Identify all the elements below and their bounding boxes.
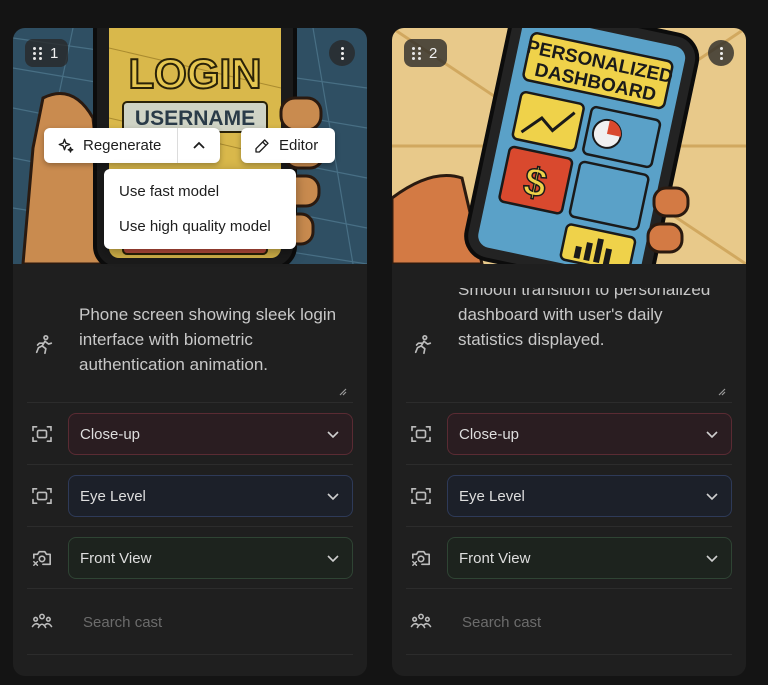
divider — [406, 654, 732, 655]
camera-rotate-icon — [406, 548, 446, 568]
editor-label: Editor — [279, 137, 319, 154]
image-text-username: USERNAME — [135, 107, 255, 130]
view-select[interactable]: Front View — [68, 537, 353, 579]
shot-number: 1 — [50, 44, 59, 62]
shot-image-2[interactable]: PERSONALIZED DASHBOARD $ 2 — [392, 28, 746, 264]
chevron-down-icon — [327, 555, 339, 563]
image-text-login: LOGIN — [129, 50, 262, 97]
divider — [406, 464, 732, 465]
prompt-text: Phone screen showing sleek login interfa… — [79, 305, 337, 374]
camera-angle-row: Eye Level — [27, 475, 353, 517]
view-value: Front View — [80, 549, 152, 567]
chevron-up-icon — [193, 141, 205, 149]
camera-angle-value: Eye Level — [459, 487, 525, 505]
camera-angle-row: Eye Level — [406, 475, 732, 517]
view-select[interactable]: Front View — [447, 537, 732, 579]
regenerate-model-menu: Use fast model Use high quality model — [104, 169, 296, 249]
more-options-icon[interactable] — [329, 40, 355, 66]
shot-number-badge[interactable]: 2 — [404, 39, 448, 67]
shot-type-value: Close-up — [80, 425, 141, 443]
cast-row — [406, 602, 732, 642]
view-row: Front View — [406, 537, 732, 579]
shot-type-value: Close-up — [459, 425, 520, 443]
shot-card-1: LOGIN USERNAME 1 Phone screen showing sl… — [13, 28, 367, 676]
prompt-textarea[interactable]: Phone screen showing sleek login interfa… — [65, 288, 353, 402]
menu-item-fast-model[interactable]: Use fast model — [104, 174, 296, 209]
divider — [27, 588, 353, 589]
search-cast-input[interactable] — [446, 613, 706, 631]
running-figure-icon — [406, 288, 444, 402]
prompt-row: Phone screen showing sleek login interfa… — [27, 288, 353, 402]
view-value: Front View — [459, 549, 531, 567]
shot-type-select[interactable]: Close-up — [68, 413, 353, 455]
camera-angle-select[interactable]: Eye Level — [447, 475, 732, 517]
camera-angle-value: Eye Level — [80, 487, 146, 505]
drag-handle-icon[interactable] — [33, 46, 42, 60]
camera-angle-select[interactable]: Eye Level — [68, 475, 353, 517]
prompt-row: Smooth transition to personalized dashbo… — [406, 288, 732, 402]
shot-number-badge[interactable]: 1 — [25, 39, 69, 67]
people-icon — [27, 612, 67, 632]
menu-item-high-quality-model[interactable]: Use high quality model — [104, 209, 296, 244]
resize-handle-icon[interactable] — [716, 386, 726, 396]
shot-type-row: Close-up — [27, 413, 353, 455]
editor-button[interactable]: Editor — [241, 128, 335, 163]
shot-number: 2 — [429, 44, 438, 62]
chevron-down-icon — [706, 431, 718, 439]
chevron-down-icon — [327, 431, 339, 439]
divider — [406, 526, 732, 527]
regenerate-options-toggle[interactable] — [178, 128, 220, 163]
running-figure-icon — [27, 288, 65, 402]
divider — [27, 402, 353, 403]
shot-type-row: Close-up — [406, 413, 732, 455]
shot-card-2: PERSONALIZED DASHBOARD $ 2 Smooth transi… — [392, 28, 746, 676]
view-row: Front View — [27, 537, 353, 579]
divider — [27, 654, 353, 655]
more-options-icon[interactable] — [708, 40, 734, 66]
frame-icon — [27, 487, 67, 505]
chevron-down-icon — [706, 555, 718, 563]
cast-row — [27, 602, 353, 642]
prompt-textarea[interactable]: Smooth transition to personalized dashbo… — [444, 288, 732, 402]
frame-icon — [27, 425, 67, 443]
regenerate-label: Regenerate — [83, 137, 162, 154]
frame-icon — [406, 487, 446, 505]
divider — [27, 464, 353, 465]
prompt-text: Smooth transition to personalized dashbo… — [458, 288, 711, 349]
divider — [406, 588, 732, 589]
search-cast-input[interactable] — [67, 613, 327, 631]
regenerate-split-button: Regenerate — [44, 128, 220, 163]
sparkles-icon — [58, 138, 74, 153]
frame-icon — [406, 425, 446, 443]
divider — [27, 526, 353, 527]
regenerate-button[interactable]: Regenerate — [44, 128, 178, 163]
divider — [406, 402, 732, 403]
chevron-down-icon — [327, 493, 339, 501]
resize-handle-icon[interactable] — [337, 386, 347, 396]
drag-handle-icon[interactable] — [412, 46, 421, 60]
camera-rotate-icon — [27, 548, 67, 568]
people-icon — [406, 612, 446, 632]
pencil-icon — [255, 138, 269, 153]
shot-type-select[interactable]: Close-up — [447, 413, 732, 455]
chevron-down-icon — [706, 493, 718, 501]
